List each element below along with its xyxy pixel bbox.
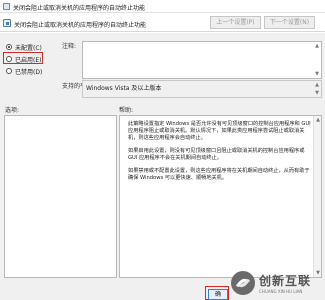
policy-header: 关闭会阻止或取消关机的应用程序的自动终止功能 上一个设置(P) 下一个设置(N) [0, 13, 325, 32]
scroll-up-icon[interactable]: ▲ [315, 117, 321, 123]
options-label: 选项: [5, 107, 20, 114]
scroll-down-icon[interactable]: ▼ [314, 90, 320, 96]
radio-button[interactable] [6, 68, 12, 74]
app-icon [3, 3, 10, 10]
radio-label: 已禁用(D) [15, 68, 43, 76]
comment-label: 注释: [62, 43, 77, 50]
supported-platform-box: Windows Vista 及以上版本 ▲ ▼ [82, 80, 322, 98]
help-label: 帮助: [119, 107, 134, 114]
watermark-brand-pinyin: CHUANG XIN HU LIAN [259, 289, 303, 294]
comment-field[interactable]: ▲ ▼ [82, 41, 322, 79]
window-titlebar: 关闭会阻止或取消关机的应用程序的自动终止功能 [0, 0, 325, 13]
policy-icon [3, 19, 11, 27]
watermark-brand-name: 创新互联 [259, 274, 312, 288]
help-paragraph: 如果禁用或不配置此设置，则这些应用程序将在关机期间自动终止，从而有助于确保 Wi… [128, 168, 310, 181]
help-scrollbar[interactable]: ▲ ▼ [313, 116, 321, 277]
radio-label: 未配置(C) [15, 44, 42, 52]
prev-setting-button[interactable]: 上一个设置(P) [210, 16, 261, 29]
window-title: 关闭会阻止或取消关机的应用程序的自动终止功能 [13, 5, 146, 12]
help-paragraph: 如果启用此设置，则没有可见顶级窗口且阻止或取消关机的控制台应用程序或 GUI 应… [128, 148, 305, 161]
scroll-up-icon[interactable]: ▲ [314, 82, 320, 88]
scroll-up-icon[interactable]: ▲ [314, 43, 320, 49]
policy-title: 关闭会阻止或取消关机的应用程序的自动终止功能 [14, 22, 147, 29]
supported-platform-value: Windows Vista 及以上版本 [86, 85, 162, 92]
help-paragraph: 此策略设置指定 Windows 是否允许没有可见顶级窗口的控制台应用程序和 GU… [128, 121, 311, 141]
ok-button[interactable]: 确 [208, 289, 228, 300]
brand-logo-icon [231, 271, 255, 295]
options-panel [4, 115, 117, 278]
next-setting-button[interactable]: 下一个设置(N) [264, 16, 315, 29]
radio-not-configured[interactable]: 未配置(C) [6, 42, 42, 52]
enabled-highlight-box [3, 52, 43, 64]
scroll-down-icon[interactable]: ▼ [314, 71, 320, 77]
watermark: 创新互联 CHUANG XIN HU LIAN [230, 266, 325, 300]
radio-button[interactable] [6, 44, 12, 50]
radio-disabled[interactable]: 已禁用(D) [6, 66, 42, 76]
help-panel: 此策略设置指定 Windows 是否允许没有可见顶级窗口的控制台应用程序和 GU… [119, 115, 322, 278]
